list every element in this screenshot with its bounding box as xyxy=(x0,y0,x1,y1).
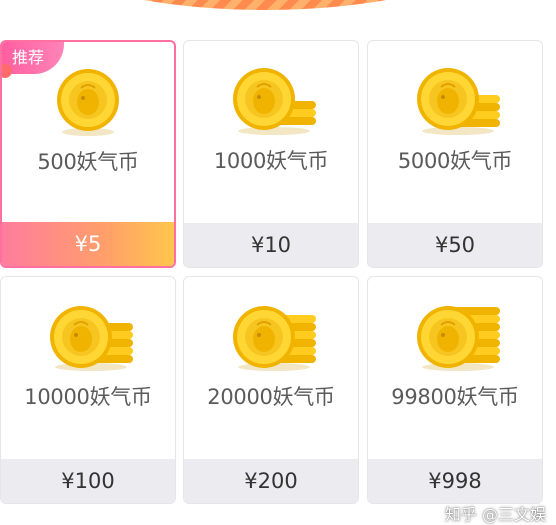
watermark-text: 知乎 @三文娱 xyxy=(444,505,546,524)
coin-stack-icon xyxy=(1,301,175,373)
package-card-4[interactable]: 10000妖气币 ¥100 xyxy=(0,276,176,504)
coin-single-icon xyxy=(2,66,174,138)
package-price: ¥5 xyxy=(2,222,174,266)
coin-stack-icon xyxy=(184,301,358,373)
coin-stack-icon xyxy=(368,301,542,373)
package-amount: 20000妖气币 xyxy=(207,385,335,409)
package-price: ¥100 xyxy=(1,459,175,503)
package-card-3[interactable]: 5000妖气币 ¥50 xyxy=(367,40,543,268)
coin-stack-icon xyxy=(368,65,542,137)
package-price: ¥50 xyxy=(368,223,542,267)
package-amount: 99800妖气币 xyxy=(391,385,519,409)
package-card-2[interactable]: 1000妖气币 ¥10 xyxy=(183,40,359,268)
package-price: ¥200 xyxy=(184,459,358,503)
top-banner-arc xyxy=(30,0,500,10)
package-price: ¥998 xyxy=(368,459,542,503)
package-amount: 500妖气币 xyxy=(37,150,139,174)
coin-stack-icon xyxy=(184,65,358,137)
package-card-1[interactable]: 推荐 500妖气币 ¥5 xyxy=(0,40,176,268)
package-amount: 5000妖气币 xyxy=(397,149,513,173)
package-price: ¥10 xyxy=(184,223,358,267)
package-amount: 1000妖气币 xyxy=(213,149,329,173)
package-card-6[interactable]: 99800妖气币 ¥998 xyxy=(367,276,543,504)
package-card-5[interactable]: 20000妖气币 ¥200 xyxy=(183,276,359,504)
package-amount: 10000妖气币 xyxy=(24,385,152,409)
